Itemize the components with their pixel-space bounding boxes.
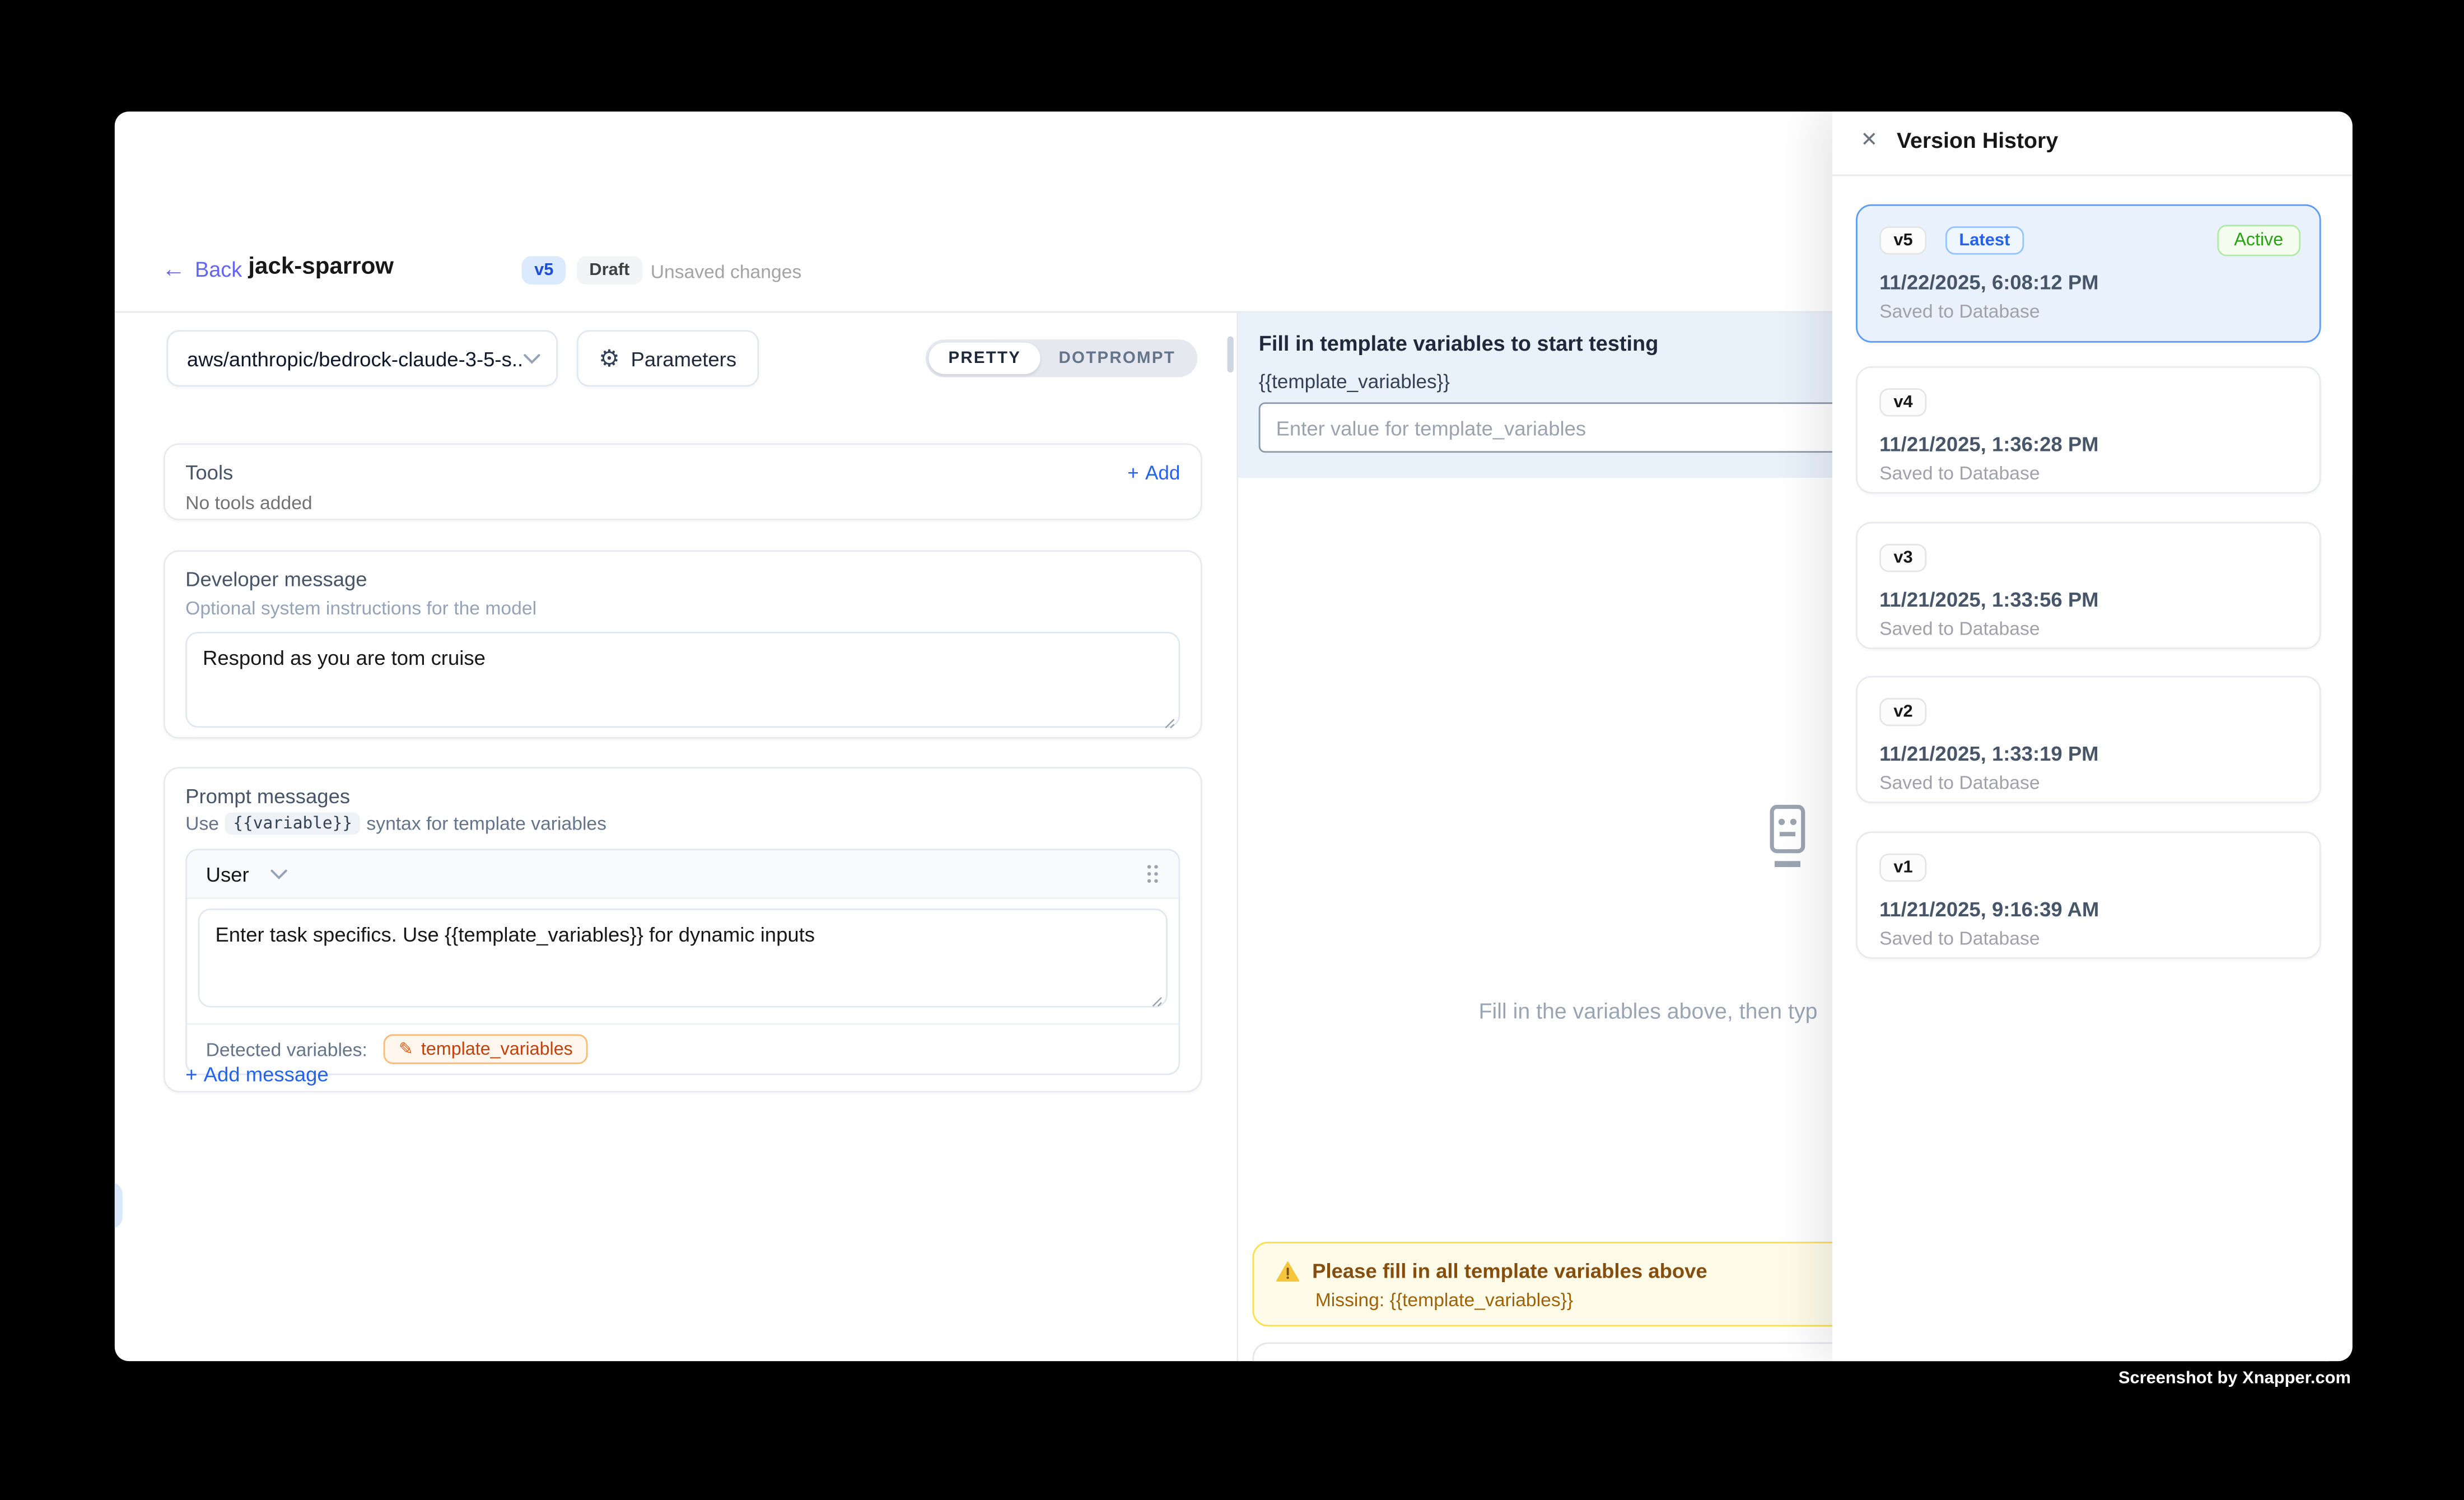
message-header: User (187, 850, 1179, 899)
variable-chip-label: template_variables (421, 1040, 573, 1059)
version-status: Saved to Database (1879, 928, 2297, 949)
watermark-text: Screenshot by Xnapper.com (2118, 1369, 2351, 1388)
version-label-badge: v2 (1879, 698, 1927, 726)
version-date: 11/21/2025, 1:33:19 PM (1879, 742, 2297, 765)
bot-face-icon (1762, 803, 1814, 871)
version-date: 11/21/2025, 9:16:39 AM (1879, 897, 2297, 921)
chevron-down-icon (271, 868, 288, 879)
variables-heading: Fill in template variables to start test… (1259, 332, 1659, 355)
plus-icon: + (185, 1063, 197, 1086)
detected-variables-row: Detected variables: ✎ template_variables (187, 1023, 1179, 1074)
version-history-divider (1832, 174, 2353, 176)
variable-name-label: {{template_variables}} (1259, 371, 1450, 393)
draft-badge: Draft (577, 256, 642, 285)
screenshot-stage: ← Back jack-sparrow v5 Draft Unsaved cha… (0, 0, 2464, 1499)
message-block: User Enter task specifics. Use {{templat… (185, 849, 1180, 1075)
gear-icon: ⚙ (599, 347, 620, 370)
drag-handle-icon[interactable] (1146, 863, 1160, 885)
empty-state-text: Fill in the variables above, then typ (1479, 998, 1818, 1023)
left-panel-scrollbar[interactable] (1228, 337, 1234, 373)
back-label: Back (195, 258, 242, 281)
version-badge: v5 (522, 256, 566, 285)
back-arrow-icon: ← (162, 258, 185, 281)
developer-message-title: Developer message (185, 567, 1180, 591)
message-textarea[interactable]: Enter task specifics. Use {{template_var… (198, 909, 1168, 1008)
role-value: User (206, 862, 249, 886)
prompt-messages-card: Prompt messages Use {{variable}} syntax … (164, 767, 1202, 1092)
model-select[interactable]: aws/anthropic/bedrock-claude-3-5-s... (166, 330, 558, 386)
version-card-v1[interactable]: v1 11/21/2025, 9:16:39 AM Saved to Datab… (1856, 831, 2321, 958)
pencil-icon: ✎ (399, 1039, 413, 1059)
active-badge: Active (2217, 225, 2301, 256)
warning-icon (1276, 1260, 1300, 1282)
variable-syntax-chip: {{variable}} (225, 813, 360, 835)
version-date: 11/22/2025, 6:08:12 PM (1879, 271, 2297, 294)
add-message-button[interactable]: + Add message (185, 1063, 329, 1086)
version-status: Saved to Database (1879, 618, 2297, 640)
latest-badge: Latest (1945, 226, 2024, 255)
version-date: 11/21/2025, 1:33:56 PM (1879, 588, 2297, 611)
template-variable-chip[interactable]: ✎ template_variables (383, 1034, 589, 1064)
version-history-title: Version History (1897, 127, 2058, 152)
edge-peek-element (115, 1182, 123, 1229)
version-status: Saved to Database (1879, 300, 2297, 322)
warning-title: Please fill in all template variables ab… (1312, 1259, 1707, 1283)
tools-card: Tools + Add No tools added (164, 443, 1202, 520)
developer-message-subtitle: Optional system instructions for the mod… (185, 597, 1180, 619)
tools-title: Tools (185, 460, 233, 484)
resize-handle-icon[interactable] (1161, 715, 1175, 729)
developer-message-card: Developer message Optional system instru… (164, 550, 1202, 739)
prompt-hint: Use {{variable}} syntax for template var… (185, 813, 1180, 835)
version-label-badge: v5 (1879, 226, 1927, 255)
format-toggle: PRETTY DOTPROMPT (926, 339, 1197, 377)
version-history-panel: ✕ Version History v5 Latest Active 11/22… (1832, 111, 2353, 1361)
version-card-v3[interactable]: v3 11/21/2025, 1:33:56 PM Saved to Datab… (1856, 522, 2321, 649)
parameters-button[interactable]: ⚙ Parameters (577, 330, 759, 386)
version-status: Saved to Database (1879, 462, 2297, 484)
version-card-v4[interactable]: v4 11/21/2025, 1:36:28 PM Saved to Datab… (1856, 366, 2321, 493)
back-button[interactable]: ← Back (162, 258, 242, 281)
tools-empty-text: No tools added (185, 492, 1180, 514)
resize-handle-icon[interactable] (1149, 993, 1163, 1007)
version-label-badge: v3 (1879, 544, 1927, 572)
version-card-v5[interactable]: v5 Latest Active 11/22/2025, 6:08:12 PM … (1856, 204, 2321, 343)
developer-message-textarea[interactable]: Respond as you are tom cruise (185, 632, 1180, 728)
version-date: 11/21/2025, 1:36:28 PM (1879, 432, 2297, 456)
role-select[interactable]: User (206, 862, 288, 886)
unsaved-changes-label: Unsaved changes (651, 261, 802, 283)
detected-variables-label: Detected variables: (206, 1038, 367, 1060)
parameters-label: Parameters (631, 347, 737, 370)
chevron-down-icon (523, 353, 540, 364)
toggle-dotprompt[interactable]: DOTPROMPT (1040, 343, 1194, 374)
add-tool-label: Add (1145, 462, 1180, 483)
version-status: Saved to Database (1879, 772, 2297, 794)
version-label-badge: v1 (1879, 854, 1927, 882)
plus-icon: + (1127, 462, 1139, 483)
prompt-messages-title: Prompt messages (185, 784, 1180, 808)
model-select-value: aws/anthropic/bedrock-claude-3-5-s... (187, 347, 524, 370)
toggle-pretty[interactable]: PRETTY (930, 343, 1040, 374)
version-history-header: ✕ Version History (1832, 111, 2353, 174)
close-icon[interactable]: ✕ (1860, 127, 1878, 152)
page-title: jack-sparrow (248, 253, 394, 280)
add-tool-button[interactable]: + Add (1127, 462, 1180, 483)
version-card-v2[interactable]: v2 11/21/2025, 1:33:19 PM Saved to Datab… (1856, 676, 2321, 803)
hint-suffix: syntax for template variables (366, 813, 606, 835)
add-message-label: Add message (204, 1063, 329, 1086)
version-label-badge: v4 (1879, 388, 1927, 417)
toolbar: aws/anthropic/bedrock-claude-3-5-s... ⚙ … (115, 330, 1237, 386)
hint-prefix: Use (185, 813, 219, 835)
app-window: ← Back jack-sparrow v5 Draft Unsaved cha… (115, 111, 2353, 1361)
